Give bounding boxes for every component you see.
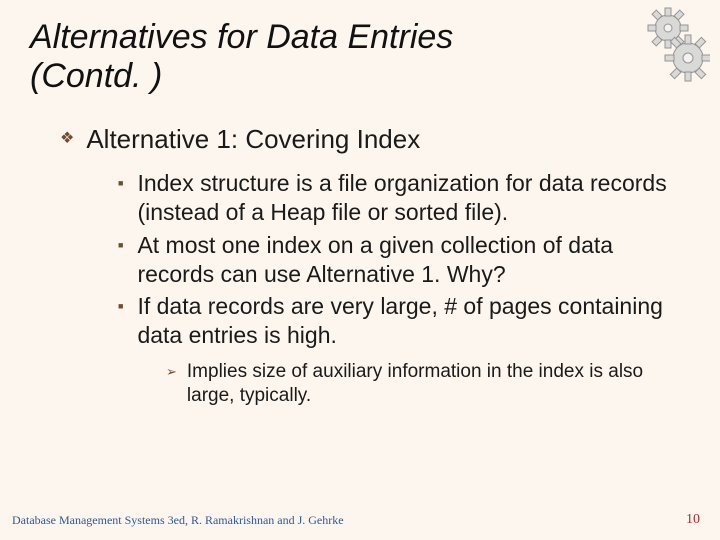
footer: Database Management Systems 3ed, R. Rama… [0,512,720,528]
diamond-bullet-icon: ❖ [60,124,74,154]
square-bullet-icon: ■ [118,231,123,259]
arrow-bullet-icon: ➢ [166,360,177,384]
list-item: ➢ Implies size of auxiliary information … [166,360,670,408]
title-line-2: (Contd. ) [30,57,162,95]
bullet-level3-group: ➢ Implies size of auxiliary information … [30,360,690,408]
list-item: ■ Index structure is a file organization… [118,169,670,227]
level1-text: Alternative 1: Covering Index [86,124,420,155]
level3-text: Implies size of auxiliary information in… [187,360,670,408]
slide-title: Alternatives for Data Entries (Contd. ) [30,18,690,96]
list-item: ■ If data records are very large, # of p… [118,292,670,350]
list-item: ■ At most one index on a given collectio… [118,231,670,289]
level2-text: Index structure is a file organization f… [137,169,670,227]
square-bullet-icon: ■ [118,292,123,320]
gears-icon [610,6,710,86]
title-line-1: Alternatives for Data Entries [30,18,453,56]
level2-text: If data records are very large, # of pag… [137,292,670,350]
footer-attribution: Database Management Systems 3ed, R. Rama… [12,513,344,528]
bullet-level1: ❖ Alternative 1: Covering Index [30,124,690,155]
level2-text: At most one index on a given collection … [137,231,670,289]
slide: Alternatives for Data Entries (Contd. ) … [0,0,720,540]
bullet-level2-group: ■ Index structure is a file organization… [30,169,690,350]
page-number: 10 [686,512,700,528]
square-bullet-icon: ■ [118,169,123,197]
